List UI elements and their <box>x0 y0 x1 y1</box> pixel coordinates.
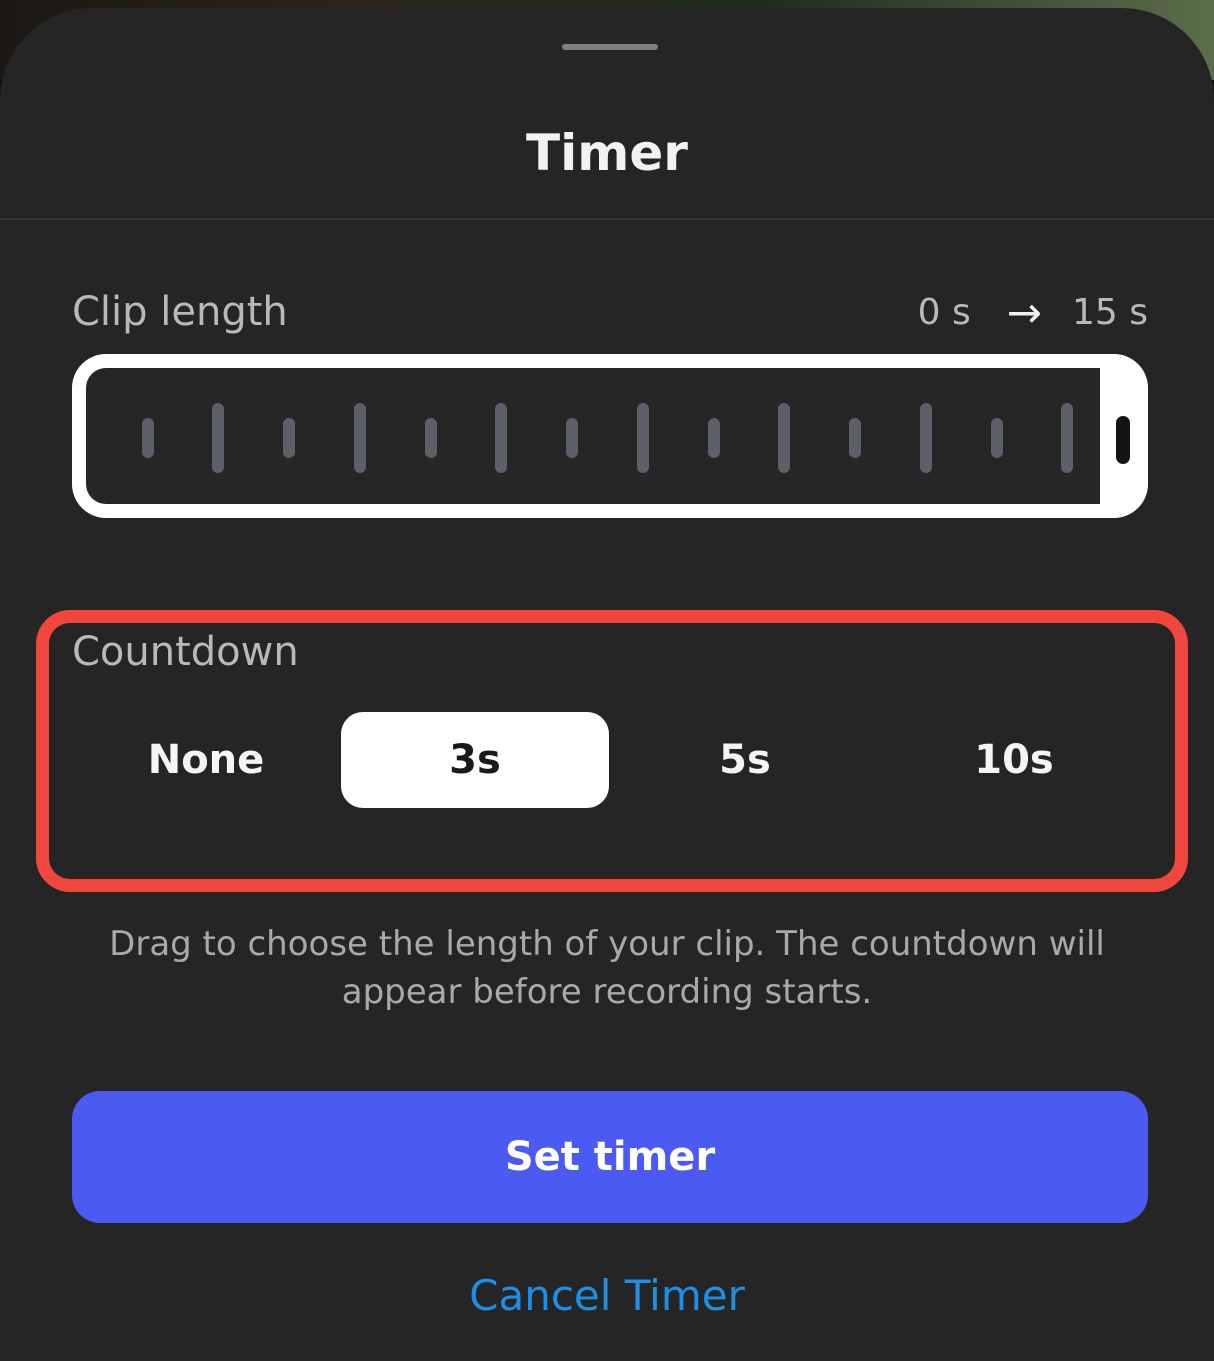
range-end-value: 15 s <box>1071 291 1148 333</box>
set-timer-button[interactable]: Set timer <box>72 1091 1148 1223</box>
slider-tick <box>566 418 578 458</box>
range-start-value: 0 s <box>917 291 971 333</box>
slider-tick <box>708 418 720 458</box>
slider-tick <box>354 403 366 473</box>
slider-tick <box>142 418 154 458</box>
slider-tick <box>283 418 295 458</box>
sheet-title: Timer <box>526 124 688 182</box>
slider-tick <box>849 418 861 458</box>
countdown-label: Countdown <box>72 629 299 675</box>
slider-tick <box>495 403 507 473</box>
slider-track <box>86 368 1100 504</box>
countdown-option-5s[interactable]: 5s <box>611 712 879 808</box>
slider-tick <box>1061 403 1073 473</box>
slider-drag-knob[interactable] <box>1116 416 1130 464</box>
countdown-option-3s[interactable]: 3s <box>341 712 609 808</box>
clip-length-slider[interactable] <box>72 354 1148 518</box>
helper-text: Drag to choose the length of your clip. … <box>109 924 1105 1012</box>
cancel-timer-link[interactable]: Cancel Timer <box>0 1266 1214 1326</box>
countdown-option-none[interactable]: None <box>72 712 340 808</box>
arrow-right-icon: → <box>1006 287 1042 337</box>
slider-tick <box>920 403 932 473</box>
slider-tick <box>425 418 437 458</box>
slider-tick <box>991 418 1003 458</box>
clip-length-label: Clip length <box>72 289 288 335</box>
slider-tick <box>637 403 649 473</box>
slider-tick <box>212 403 224 473</box>
header-divider <box>0 218 1214 220</box>
slider-tick <box>778 403 790 473</box>
clip-length-range: 0 s → 15 s <box>918 282 1148 342</box>
countdown-option-10s[interactable]: 10s <box>880 712 1148 808</box>
drag-handle[interactable] <box>562 44 658 50</box>
